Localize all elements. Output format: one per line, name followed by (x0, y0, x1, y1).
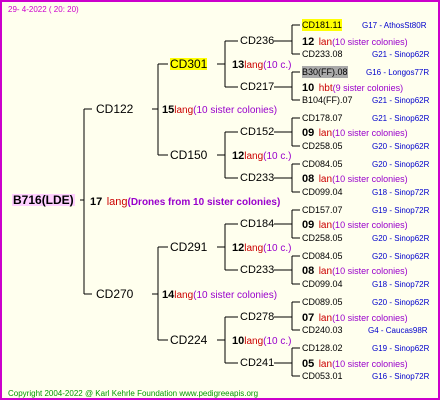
copyright-footer: Copyright 2004-2022 @ Karl Kehrle Founda… (8, 389, 259, 398)
gen4-ref-2: G16 - Longos77R (366, 68, 430, 77)
gen4-label-6: CD084.05 (302, 159, 343, 169)
gen4-ref-4: G21 - Sinop62R (372, 114, 430, 123)
gen2-info-0: 13lang(10 c.) (232, 59, 292, 71)
gen4-label-7: CD099.04 (302, 187, 343, 197)
gen4-label-1: CD233.08 (302, 49, 343, 59)
gen4-label-15: CD053.01 (302, 371, 343, 381)
gen2-info-3: 10lang(10 c.) (232, 335, 292, 347)
pedigree-chart: 29- 4-2022 ( 20: 20) B716(LDE) 17 lang(D… (0, 0, 440, 400)
gen4-ref-10: G20 - Sinop62R (372, 252, 430, 261)
date-stamp: 29- 4-2022 ( 20: 20) (8, 5, 79, 14)
gen3-info-2: 09 lan(10 sister colonies) (302, 127, 408, 139)
gen4-ref-15: G16 - Sinop72R (372, 372, 430, 381)
gen4-label-13: CD240.03 (302, 325, 343, 335)
gen4-ref-3: G21 - Sinop62R (372, 96, 430, 105)
gen4-ref-11: G18 - Sinop72R (372, 280, 430, 289)
gen3-info-3: 08 lan(10 sister colonies) (302, 173, 408, 185)
gen4-label-0: CD181.11 (302, 19, 342, 31)
gen4-ref-13: G4 - Caucas98R (368, 326, 428, 335)
gen3-label-7: CD241 (240, 357, 275, 369)
gen2-info-2: 12lang(10 c.) (232, 242, 292, 254)
gen3-info-7: 05 lan(10 sister colonies) (302, 358, 408, 370)
gen4-ref-6: G20 - Sinop62R (372, 160, 430, 169)
gen2-info-1: 12lang(10 c.) (232, 150, 292, 162)
gen3-info-4: 09 lan(10 sister colonies) (302, 219, 408, 231)
gen4-label-4: CD178.07 (302, 113, 343, 123)
gen2-label-1: CD150 (170, 148, 208, 162)
gen4-label-3: B104(FF).07 (302, 95, 353, 105)
gen2-label-2: CD291 (170, 240, 208, 254)
gen4-ref-14: G19 - Sinop62R (372, 344, 430, 353)
gen4-ref-5: G20 - Sinop62R (372, 142, 430, 151)
gen3-info-0: 12 lan(10 sister colonies) (302, 36, 408, 48)
gen4-label-8: CD157.07 (302, 205, 343, 215)
gen3-info-6: 07 lan(10 sister colonies) (302, 312, 408, 324)
root-queen: B716(LDE) (12, 193, 75, 207)
gen4-label-12: CD089.05 (302, 297, 343, 307)
gen4-ref-1: G21 - Sinop62R (372, 50, 430, 59)
gen1-info-0: 15lang(10 sister colonies) (162, 104, 278, 116)
root-info: 17 lang(Drones from 10 sister colonies) (90, 196, 281, 208)
gen1-info-1: 14lang(10 sister colonies) (162, 289, 278, 301)
gen4-ref-9: G20 - Sinop62R (372, 234, 430, 243)
gen4-label-5: CD258.05 (302, 141, 343, 151)
gen1-label-1: CD270 (96, 287, 134, 301)
gen3-label-0: CD236 (240, 35, 275, 47)
gen3-label-6: CD278 (240, 311, 275, 323)
gen2-label-3: CD224 (170, 333, 208, 347)
gen4-label-10: CD084.05 (302, 251, 343, 261)
gen4-label-14: CD128.02 (302, 343, 343, 353)
gen1-label-0: CD122 (96, 102, 134, 116)
gen4-ref-8: G19 - Sinop72R (372, 206, 430, 215)
gen4-label-11: CD099.04 (302, 279, 343, 289)
gen3-info-1: 10 hbt(9 sister colonies) (302, 82, 404, 94)
gen2-label-0: CD301 (170, 57, 208, 71)
gen3-label-3: CD233 (240, 172, 275, 184)
gen3-label-5: CD233 (240, 264, 275, 276)
gen3-label-4: CD184 (240, 218, 275, 230)
gen3-label-1: CD217 (240, 81, 275, 93)
gen3-info-5: 08 lan(10 sister colonies) (302, 265, 408, 277)
gen3-label-2: CD152 (240, 126, 275, 138)
gen4-label-2: B30(FF).08 (302, 66, 348, 78)
gen4-ref-0: G17 - AthosSt80R (362, 21, 427, 30)
gen4-ref-7: G18 - Sinop72R (372, 188, 430, 197)
gen4-label-9: CD258.05 (302, 233, 343, 243)
gen4-ref-12: G20 - Sinop62R (372, 298, 430, 307)
